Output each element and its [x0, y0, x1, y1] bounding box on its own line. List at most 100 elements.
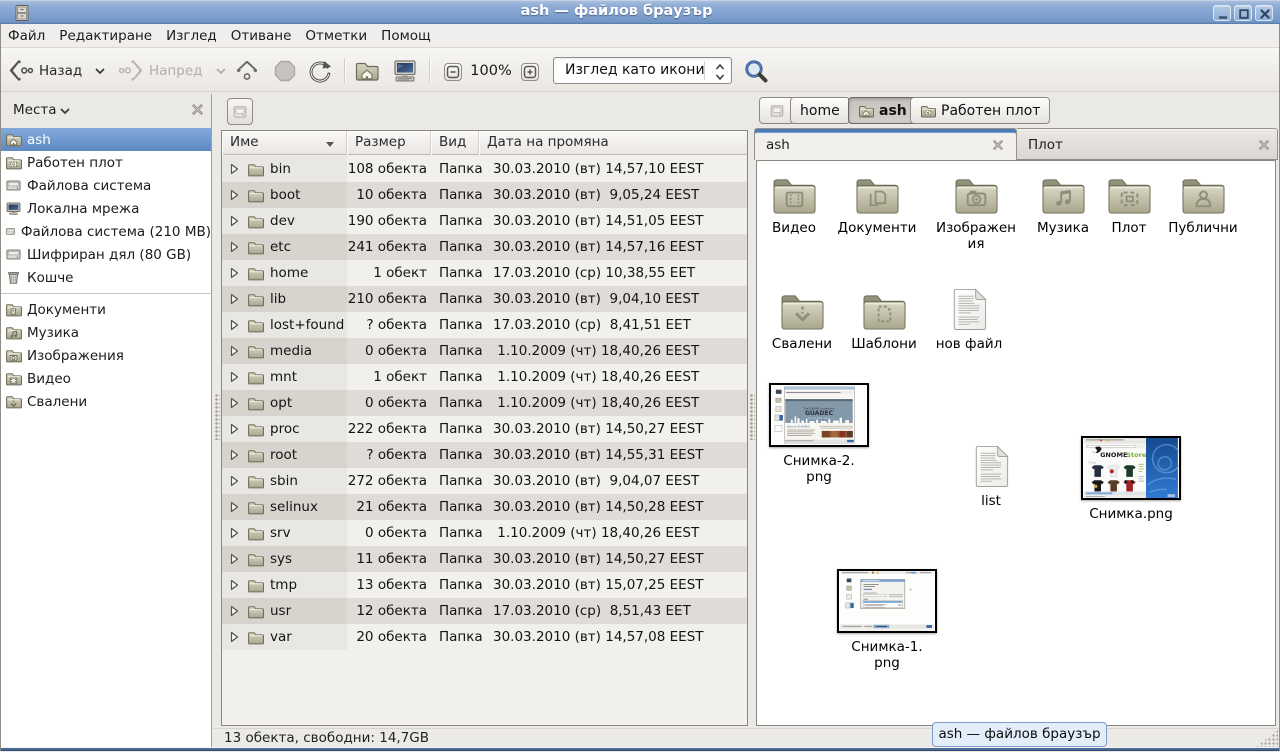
expander-icon[interactable] — [228, 449, 240, 461]
column-header-size[interactable]: Размер — [347, 131, 431, 155]
reload-button[interactable] — [307, 53, 333, 89]
expander-icon[interactable] — [228, 267, 240, 279]
icon-view-item-desktop[interactable]: Плот — [1106, 173, 1153, 216]
file-row-home[interactable]: home1 обектПапка17.03.2010 (ср) 10,38,55… — [222, 260, 747, 286]
icon-view-item-templates[interactable]: Шаблони — [861, 289, 908, 332]
view-mode-select[interactable]: Изглед като икони — [553, 57, 732, 84]
file-row-boot[interactable]: boot10 обектаПапка30.03.2010 (вт) 9,05,2… — [222, 182, 747, 208]
combo-spinner-icon[interactable] — [714, 61, 726, 83]
file-row-opt[interactable]: opt0 обектаПапка 1.10.2009 (чт) 18,40,26… — [222, 390, 747, 416]
tab-close-icon[interactable] — [992, 139, 1004, 151]
menu-item-help[interactable]: Помощ — [374, 24, 438, 48]
stop-button[interactable] — [272, 53, 298, 89]
expander-icon[interactable] — [228, 189, 240, 201]
file-row-dev[interactable]: dev190 обектаПапка30.03.2010 (вт) 14,51,… — [222, 208, 747, 234]
tab-ash[interactable]: ash — [754, 128, 1017, 160]
file-row-lib[interactable]: lib210 обектаПапка30.03.2010 (вт) 9,04,1… — [222, 286, 747, 312]
file-row-usr[interactable]: usr12 обектаПапка17.03.2010 (ср) 8,51,43… — [222, 598, 747, 624]
file-row-proc[interactable]: proc222 обектаПапка30.03.2010 (вт) 14,50… — [222, 416, 747, 442]
file-row-bin[interactable]: bin108 обектаПапка30.03.2010 (вт) 14,57,… — [222, 156, 747, 182]
sidebar-close-icon[interactable] — [191, 103, 204, 116]
tab-close-icon[interactable] — [1258, 139, 1270, 151]
sidebar-item-trash[interactable]: Кошче — [1, 266, 211, 289]
icon-view-item-video[interactable]: Видео — [771, 173, 818, 216]
menu-item-go[interactable]: Отиване — [224, 24, 299, 48]
expander-icon[interactable] — [228, 163, 240, 175]
back-button[interactable]: Назад — [4, 53, 110, 89]
expander-icon[interactable] — [228, 319, 240, 331]
zoom-level[interactable]: 100% — [468, 63, 514, 79]
icon-view-item-public[interactable]: Публични — [1180, 173, 1227, 216]
search-button[interactable] — [743, 53, 769, 89]
sidebar-item-downloads[interactable]: Свалени — [1, 390, 211, 413]
file-row-mnt[interactable]: mnt1 обектПапка 1.10.2009 (чт) 18,40,26 … — [222, 364, 747, 390]
icon-view-item-pictures[interactable]: Изображен ия — [953, 173, 1000, 216]
icon-view-item-new-file[interactable]: нов файл — [950, 288, 988, 332]
file-row-tmp[interactable]: tmp13 обектаПапка30.03.2010 (вт) 15,07,2… — [222, 572, 747, 598]
zoom-out-button[interactable] — [444, 63, 462, 81]
up-button[interactable] — [234, 53, 260, 89]
pathbar-root-button[interactable] — [227, 98, 253, 125]
expander-icon[interactable] — [228, 371, 240, 383]
expander-icon[interactable] — [228, 579, 240, 591]
titlebar[interactable]: ash — файлов браузър — [0, 0, 1280, 24]
back-dropdown-icon[interactable] — [94, 65, 106, 77]
menu-item-edit[interactable]: Редактиране — [52, 24, 159, 48]
sidebar-item-video[interactable]: Видео — [1, 367, 211, 390]
file-row-media[interactable]: media0 обектаПапка 1.10.2009 (чт) 18,40,… — [222, 338, 747, 364]
icon-view-item-snimka-1[interactable]: Снимка-1. png — [837, 569, 937, 633]
expander-icon[interactable] — [228, 423, 240, 435]
forward-dropdown-icon[interactable] — [215, 65, 227, 77]
sidebar-item-local-network[interactable]: Локална мрежа — [1, 197, 211, 220]
tab-plot[interactable]: Плот — [1017, 128, 1278, 160]
sidebar-item-encrypted-80[interactable]: Шифриран дял (80 GB) — [1, 243, 211, 266]
icon-view-item-snimka[interactable]: Снимка.png — [1081, 436, 1181, 500]
file-row-sbin[interactable]: sbin272 обектаПапка30.03.2010 (вт) 9,04,… — [222, 468, 747, 494]
expander-icon[interactable] — [228, 397, 240, 409]
pathbar-button-ash[interactable]: ash — [848, 97, 917, 124]
sidebar-item-home[interactable]: ash — [1, 128, 211, 151]
computer-button[interactable] — [392, 53, 418, 89]
file-row-root[interactable]: root? обектаПапка30.03.2010 (вт) 14,55,3… — [222, 442, 747, 468]
icon-view-item-documents[interactable]: Документи — [854, 173, 901, 216]
sidebar-item-pictures[interactable]: Изображения — [1, 344, 211, 367]
maximize-button[interactable] — [1234, 5, 1252, 21]
file-row-var[interactable]: var20 обектаПапка30.03.2010 (вт) 14,57,0… — [222, 624, 747, 650]
menu-item-view[interactable]: Изглед — [159, 24, 224, 48]
column-header-name[interactable]: Име — [222, 131, 347, 155]
file-row-etc[interactable]: etc241 обектаПапка30.03.2010 (вт) 14,57,… — [222, 234, 747, 260]
icon-view-item-list[interactable]: list — [972, 445, 1010, 489]
pathbar-button-home[interactable]: home — [790, 97, 850, 124]
file-row-srv[interactable]: srv0 обектаПапка 1.10.2009 (чт) 18,40,26… — [222, 520, 747, 546]
minimize-button[interactable] — [1213, 5, 1231, 21]
sidebar-item-filesystem-210[interactable]: Файлова система (210 MB) — [1, 220, 211, 243]
zoom-in-button[interactable] — [521, 63, 539, 81]
icon-view-item-snimka-2[interactable]: Снимка-2. png — [769, 383, 869, 447]
file-row-lost+found[interactable]: lost+found? обектаПапка17.03.2010 (ср) 8… — [222, 312, 747, 338]
menu-item-file[interactable]: Файл — [1, 24, 52, 48]
close-button[interactable] — [1255, 5, 1273, 21]
forward-button[interactable]: Напред — [114, 53, 231, 89]
home-button[interactable] — [354, 53, 380, 89]
menu-item-bookmarks[interactable]: Отметки — [298, 24, 374, 48]
expander-icon[interactable] — [228, 553, 240, 565]
expander-icon[interactable] — [228, 293, 240, 305]
expander-icon[interactable] — [228, 501, 240, 513]
pane-splitter-right[interactable] — [748, 94, 756, 747]
sidebar-item-filesystem[interactable]: Файлова система — [1, 174, 211, 197]
column-header-modified[interactable]: Дата на промяна — [479, 131, 747, 155]
sidebar-item-desktop[interactable]: Работен плот — [1, 151, 211, 174]
expander-icon[interactable] — [228, 475, 240, 487]
column-header-type[interactable]: Вид — [431, 131, 479, 155]
sidebar-title[interactable]: Места — [13, 102, 57, 118]
expander-icon[interactable] — [228, 215, 240, 227]
icon-view-item-downloads[interactable]: Свалени — [779, 289, 826, 332]
sidebar-item-documents[interactable]: Документи — [1, 298, 211, 321]
file-row-sys[interactable]: sys11 обектаПапка30.03.2010 (вт) 14,50,2… — [222, 546, 747, 572]
expander-icon[interactable] — [228, 527, 240, 539]
file-row-selinux[interactable]: selinux21 обектаПапка30.03.2010 (вт) 14,… — [222, 494, 747, 520]
expander-icon[interactable] — [228, 345, 240, 357]
icon-view-item-music[interactable]: Музика — [1040, 173, 1087, 216]
sidebar-item-music[interactable]: Музика — [1, 321, 211, 344]
expander-icon[interactable] — [228, 605, 240, 617]
